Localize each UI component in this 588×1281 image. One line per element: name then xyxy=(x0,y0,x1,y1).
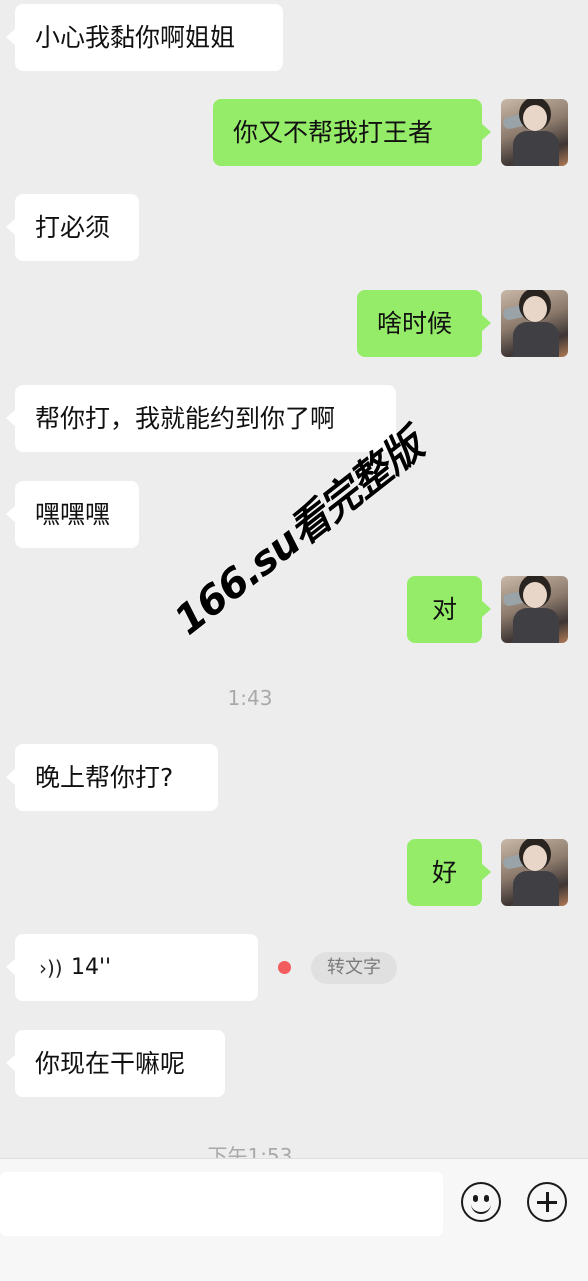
message-bubble[interactable]: 你现在干嘛呢 xyxy=(6,1030,225,1097)
avatar[interactable] xyxy=(501,290,568,357)
watermark: 166.su看完整版 xyxy=(166,422,432,645)
message-bubble[interactable]: 小心我黏你啊姐姐 xyxy=(6,4,283,71)
message-input[interactable] xyxy=(0,1172,443,1236)
voice-wave-icon: ›)) xyxy=(39,956,63,980)
timestamp: 1:43 xyxy=(227,686,273,710)
message-bubble[interactable]: 啥时候 xyxy=(357,290,491,357)
avatar[interactable] xyxy=(501,99,568,166)
voice-message-bubble[interactable]: ›)) 14'' xyxy=(6,934,258,1001)
message-bubble[interactable]: 嘿嘿嘿 xyxy=(6,481,139,548)
message-bubble[interactable]: 你又不帮我打王者 xyxy=(213,99,491,166)
avatar[interactable] xyxy=(501,576,568,643)
plus-icon[interactable] xyxy=(527,1182,567,1222)
message-bubble[interactable]: 打必须 xyxy=(6,194,139,261)
input-bar xyxy=(0,1158,588,1281)
message-bubble[interactable]: 对 xyxy=(407,576,491,643)
message-bubble[interactable]: 帮你打，我就能约到你了啊 xyxy=(6,385,396,452)
voice-duration: 14'' xyxy=(71,955,112,980)
message-bubble[interactable]: 晚上帮你打? xyxy=(6,744,218,811)
unread-dot xyxy=(278,961,291,974)
convert-to-text-button[interactable]: 转文字 xyxy=(311,952,397,984)
emoji-icon[interactable] xyxy=(461,1182,501,1222)
message-bubble[interactable]: 好 xyxy=(407,839,491,906)
avatar[interactable] xyxy=(501,839,568,906)
